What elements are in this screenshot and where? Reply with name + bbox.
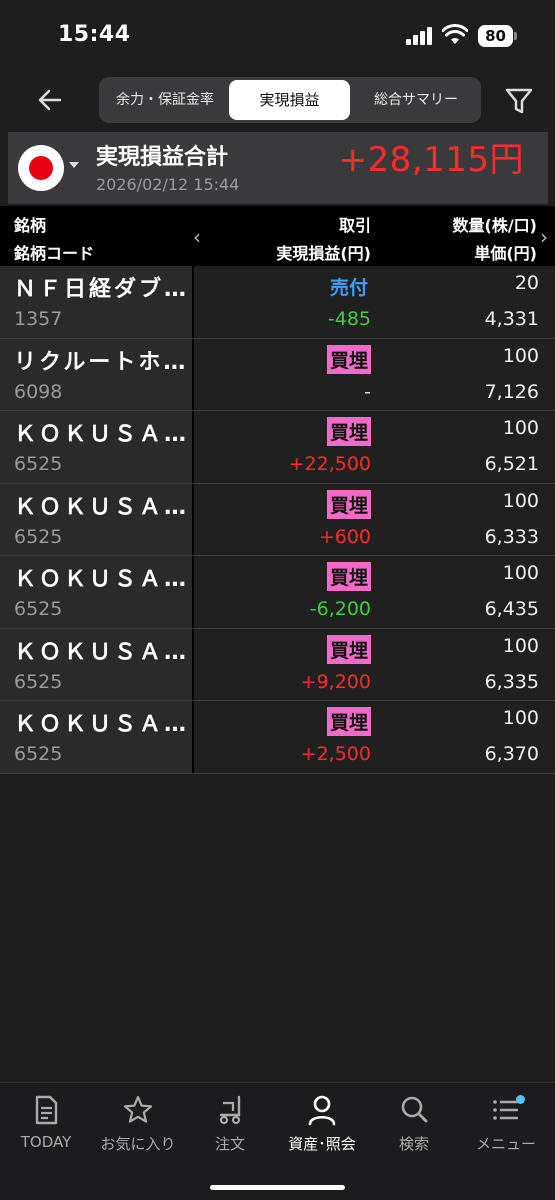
back-arrow-icon[interactable] [30, 80, 70, 120]
realized-pl: +22,500 [288, 453, 371, 475]
chevron-right-icon[interactable]: › [540, 225, 548, 249]
battery-level: 80 [478, 25, 513, 47]
tab-group: 余力・保証金率 実現損益 総合サマリー [99, 77, 481, 123]
unit-price: 6,333 [484, 525, 539, 548]
stock-code: 6525 [14, 743, 63, 765]
nav-label: メニュー [475, 1135, 536, 1153]
stock-code: 6525 [14, 453, 63, 475]
trade-type: 買埋 [326, 634, 371, 664]
quantity: 20 [514, 272, 539, 294]
chevron-left-icon[interactable]: ‹ [193, 225, 201, 249]
realized-pl: -6,200 [309, 598, 371, 620]
table-row[interactable]: ＫＯＫＵＳＡ… 6525 買埋 -6,200 100 6,435 [0, 556, 555, 629]
trade-type: 買埋 [326, 417, 371, 446]
nav-label: 注文 [214, 1135, 245, 1153]
unit-price: 6,435 [484, 598, 539, 620]
quantity: 100 [502, 417, 539, 439]
nav-today[interactable]: TODAY [0, 1093, 92, 1153]
nav-favorites[interactable]: お気に入り [92, 1093, 184, 1153]
col-qty: 数量(株/口) [452, 216, 537, 235]
stock-code: 1357 [14, 308, 63, 330]
realized-pl: - [364, 380, 371, 403]
trade-type: 買埋 [326, 562, 371, 591]
bottom-nav: TODAY お気に入り 注文 資産･照会 検索 メニュー [0, 1082, 555, 1200]
tab-summary[interactable]: 総合サマリー [352, 80, 480, 120]
col-pl: 実現損益(円) [276, 244, 371, 263]
person-icon [308, 1095, 336, 1126]
stock-name: ＫＯＫＵＳＡ… [14, 494, 190, 520]
table-header: 銘柄 銘柄コード ‹ 取引 実現損益(円) 数量(株/口) 単価(円) › [0, 206, 555, 266]
nav-order[interactable]: 注文 [184, 1093, 276, 1153]
unit-price: 6,335 [484, 670, 539, 693]
table-row[interactable]: ＫＯＫＵＳＡ… 6525 買埋 +9,200 100 6,335 [0, 628, 555, 701]
stock-code: 6525 [14, 670, 63, 693]
summary-date: 2026/02/12 15:44 [96, 175, 240, 194]
table-row[interactable]: ＫＯＫＵＳＡ… 6525 買埋 +22,500 100 6,521 [0, 411, 555, 484]
stock-code: 6525 [14, 598, 63, 620]
nav-label: 資産･照会 [288, 1135, 356, 1153]
stock-name: ＮＦ日経ダブ… [14, 277, 190, 302]
realized-pl: +9,200 [300, 670, 371, 693]
star-icon [123, 1095, 153, 1123]
unit-price: 4,331 [484, 308, 539, 330]
pl-summary: 実現損益合計 2026/02/12 15:44 +28,115円 [8, 132, 548, 204]
filter-icon[interactable] [502, 80, 536, 120]
tab-margin[interactable]: 余力・保証金率 [101, 80, 229, 120]
signal-icon [406, 27, 434, 45]
realized-pl: +600 [318, 525, 371, 548]
nav-label: TODAY [20, 1133, 72, 1151]
nav-assets[interactable]: 資産･照会 [276, 1093, 368, 1153]
table-row[interactable]: ＮＦ日経ダブ… 1357 売付 -485 20 4,331 [0, 266, 555, 339]
nav-label: 検索 [398, 1135, 429, 1153]
stock-name: ＫＯＫＵＳＡ… [14, 422, 190, 447]
document-icon [35, 1095, 58, 1125]
stock-name: ＫＯＫＵＳＡ… [14, 639, 190, 665]
stock-code: 6525 [14, 525, 63, 548]
dropdown-icon[interactable] [69, 162, 79, 168]
stock-name: ＫＯＫＵＳＡ… [14, 567, 190, 592]
col-price: 単価(円) [474, 244, 537, 263]
stock-name: リクルートホ… [14, 349, 189, 375]
status-bar: 15:44 80 [0, 0, 555, 72]
trade-type: 買埋 [326, 707, 371, 736]
wifi-icon [442, 24, 468, 44]
cart-icon [219, 1095, 241, 1125]
nav-label: お気に入り [100, 1135, 176, 1153]
pl-table: ＮＦ日経ダブ… 1357 売付 -485 20 4,331 リクルートホ… 6098… [0, 266, 555, 774]
col-trade: 取引 [338, 216, 371, 235]
col-code: 銘柄コード [14, 244, 95, 263]
table-row[interactable]: リクルートホ… 6098 買埋 - 100 7,126 [0, 338, 555, 411]
quantity: 100 [502, 489, 539, 512]
status-time: 15:44 [58, 22, 131, 47]
summary-total: +28,115円 [338, 140, 524, 180]
trade-type: 売付 [329, 277, 368, 299]
home-indicator [210, 1185, 345, 1190]
stock-name: ＫＯＫＵＳＡ… [14, 712, 190, 737]
summary-label: 実現損益合計 [96, 145, 229, 170]
table-row[interactable]: ＫＯＫＵＳＡ… 6525 買埋 +2,500 100 6,370 [0, 701, 555, 774]
col-name: 銘柄 [14, 216, 47, 235]
unit-price: 7,126 [484, 380, 539, 403]
quantity: 100 [502, 344, 539, 367]
header: 余力・保証金率 実現損益 総合サマリー [0, 72, 555, 128]
notification-dot [516, 1095, 525, 1104]
search-icon [401, 1096, 428, 1123]
table-row[interactable]: ＫＯＫＵＳＡ… 6525 買埋 +600 100 6,333 [0, 483, 555, 556]
unit-price: 6,370 [484, 743, 539, 765]
stock-code: 6098 [14, 380, 63, 403]
nav-menu[interactable]: メニュー [460, 1093, 552, 1153]
trade-type: 買埋 [326, 489, 371, 519]
quantity: 100 [502, 634, 539, 657]
battery-icon: 80 [478, 25, 518, 47]
tab-realized-pl[interactable]: 実現損益 [229, 80, 350, 120]
realized-pl: +2,500 [300, 743, 371, 765]
trade-type: 買埋 [326, 344, 371, 374]
japan-flag-icon[interactable] [18, 145, 64, 191]
unit-price: 6,521 [484, 453, 539, 475]
quantity: 100 [502, 707, 539, 729]
nav-search[interactable]: 検索 [368, 1093, 460, 1153]
realized-pl: -485 [327, 308, 371, 330]
quantity: 100 [502, 562, 539, 584]
